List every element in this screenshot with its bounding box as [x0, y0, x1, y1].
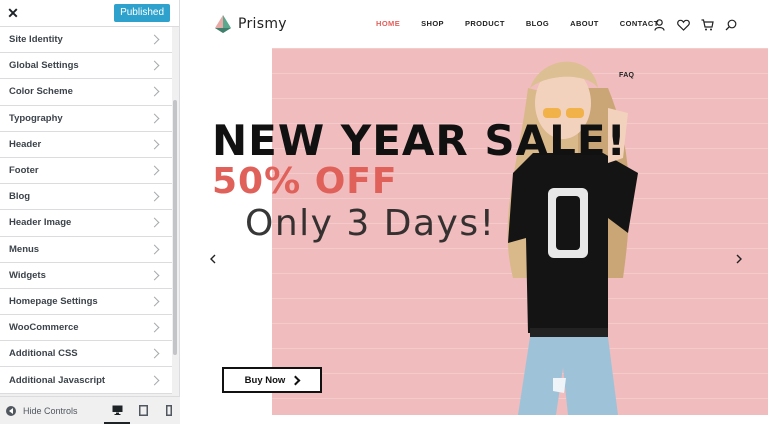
- collapse-arrow-icon: [6, 405, 16, 416]
- main-navigation: HOME SHOP PRODUCT BLOG ABOUT CONTACT: [376, 19, 680, 28]
- chevron-right-icon: [149, 60, 160, 71]
- customizer-panel-list: Site Identity Global Settings Color Sche…: [0, 27, 172, 394]
- hide-controls-label: Hide Controls: [23, 405, 78, 416]
- chevron-right-icon: [149, 191, 160, 202]
- chevron-right-icon: [149, 322, 160, 333]
- desktop-icon[interactable]: [104, 397, 130, 424]
- sidebar-footer: Hide Controls: [0, 396, 180, 424]
- sidebar-item-blog[interactable]: Blog: [0, 184, 172, 211]
- sidebar-item-label: Header Image: [9, 217, 72, 229]
- customizer-sidebar: ✕ Published Site Identity Global Setting…: [0, 0, 180, 424]
- sidebar-item-color-scheme[interactable]: Color Scheme: [0, 79, 172, 106]
- nav-about[interactable]: ABOUT: [570, 19, 599, 28]
- sidebar-item-homepage-settings[interactable]: Homepage Settings: [0, 288, 172, 316]
- site-preview: Prismy HOME SHOP PRODUCT BLOG ABOUT CONT…: [181, 0, 768, 424]
- chevron-right-icon: [149, 244, 160, 255]
- sidebar-item-label: Global Settings: [9, 60, 79, 72]
- sidebar-item-label: Typography: [9, 112, 63, 124]
- search-icon[interactable]: [723, 17, 739, 33]
- sidebar-item-typography[interactable]: Typography: [0, 105, 172, 132]
- sidebar-item-label: Blog: [9, 191, 31, 203]
- chevron-right-icon: [149, 87, 160, 97]
- sidebar-item-footer[interactable]: Footer: [0, 157, 172, 185]
- sidebar-item-additional-css[interactable]: Additional CSS: [0, 341, 172, 368]
- sidebar-item-widgets[interactable]: Widgets: [0, 262, 172, 289]
- mobile-icon[interactable]: [156, 397, 182, 424]
- sidebar-item-header[interactable]: Header: [0, 131, 172, 158]
- publish-button[interactable]: Published: [114, 4, 170, 22]
- heart-icon[interactable]: [675, 17, 691, 33]
- sidebar-item-label: Site Identity: [9, 34, 63, 46]
- tablet-icon[interactable]: [130, 397, 156, 424]
- sidebar-item-site-identity[interactable]: Site Identity: [0, 27, 172, 54]
- chevron-right-icon: [149, 217, 160, 228]
- site-title: Prismy: [238, 16, 287, 32]
- nav-home[interactable]: HOME: [376, 19, 400, 28]
- hero-offer: 50% OFF: [212, 161, 398, 202]
- chevron-right-icon: [149, 270, 160, 281]
- header-icons: [651, 17, 747, 33]
- buy-now-label: Buy Now: [244, 374, 286, 386]
- sidebar-item-woocommerce[interactable]: WooCommerce: [0, 315, 172, 342]
- device-preview-toggles: [104, 397, 182, 424]
- close-icon[interactable]: ✕: [0, 0, 26, 26]
- chevron-right-icon: [290, 375, 301, 385]
- sidebar-item-label: Color Scheme: [9, 86, 73, 98]
- hide-controls-button[interactable]: Hide Controls: [6, 405, 78, 416]
- nav-product[interactable]: PRODUCT: [465, 19, 505, 28]
- prism-logo-icon: [215, 15, 231, 33]
- sidebar-item-label: Additional CSS: [9, 348, 78, 360]
- sidebar-item-menus[interactable]: Menus: [0, 236, 172, 263]
- site-logo[interactable]: Prismy: [214, 14, 287, 34]
- chevron-right-icon: [149, 113, 160, 124]
- sidebar-item-label: Additional Javascript: [9, 374, 106, 386]
- chevron-right-icon: [149, 296, 160, 307]
- hero-bottom-border: [181, 415, 768, 424]
- user-icon[interactable]: [651, 17, 667, 33]
- sidebar-item-label: WooCommerce: [9, 322, 79, 334]
- cart-icon[interactable]: [699, 17, 715, 33]
- sidebar-item-label: Widgets: [9, 269, 46, 281]
- hero-headline: NEW YEAR SALE!: [212, 116, 627, 165]
- nav-shop[interactable]: SHOP: [421, 19, 444, 28]
- chevron-right-icon: [149, 348, 160, 359]
- sidebar-item-label: Header: [9, 138, 42, 150]
- sidebar-item-global-settings[interactable]: Global Settings: [0, 53, 172, 80]
- chevron-right-icon: [149, 375, 160, 385]
- sidebar-item-header-image[interactable]: Header Image: [0, 210, 172, 237]
- slider-prev-arrow[interactable]: [207, 252, 219, 266]
- sidebar-header: ✕ Published: [0, 0, 179, 27]
- chevron-right-icon: [149, 165, 160, 176]
- sidebar-item-label: Footer: [9, 165, 39, 177]
- sidebar-item-additional-javascript[interactable]: Additional Javascript: [0, 367, 172, 394]
- sidebar-item-label: Menus: [9, 243, 40, 255]
- faq-link[interactable]: FAQ: [619, 72, 634, 79]
- sidebar-item-label: Homepage Settings: [9, 295, 98, 307]
- hero-subtext: Only 3 Days!: [245, 203, 496, 244]
- sidebar-scrollbar[interactable]: [173, 100, 177, 355]
- nav-blog[interactable]: BLOG: [526, 19, 549, 28]
- chevron-right-icon: [149, 139, 160, 150]
- chevron-right-icon: [149, 34, 160, 45]
- buy-now-button[interactable]: Buy Now: [222, 367, 322, 393]
- slider-next-arrow[interactable]: [733, 252, 745, 266]
